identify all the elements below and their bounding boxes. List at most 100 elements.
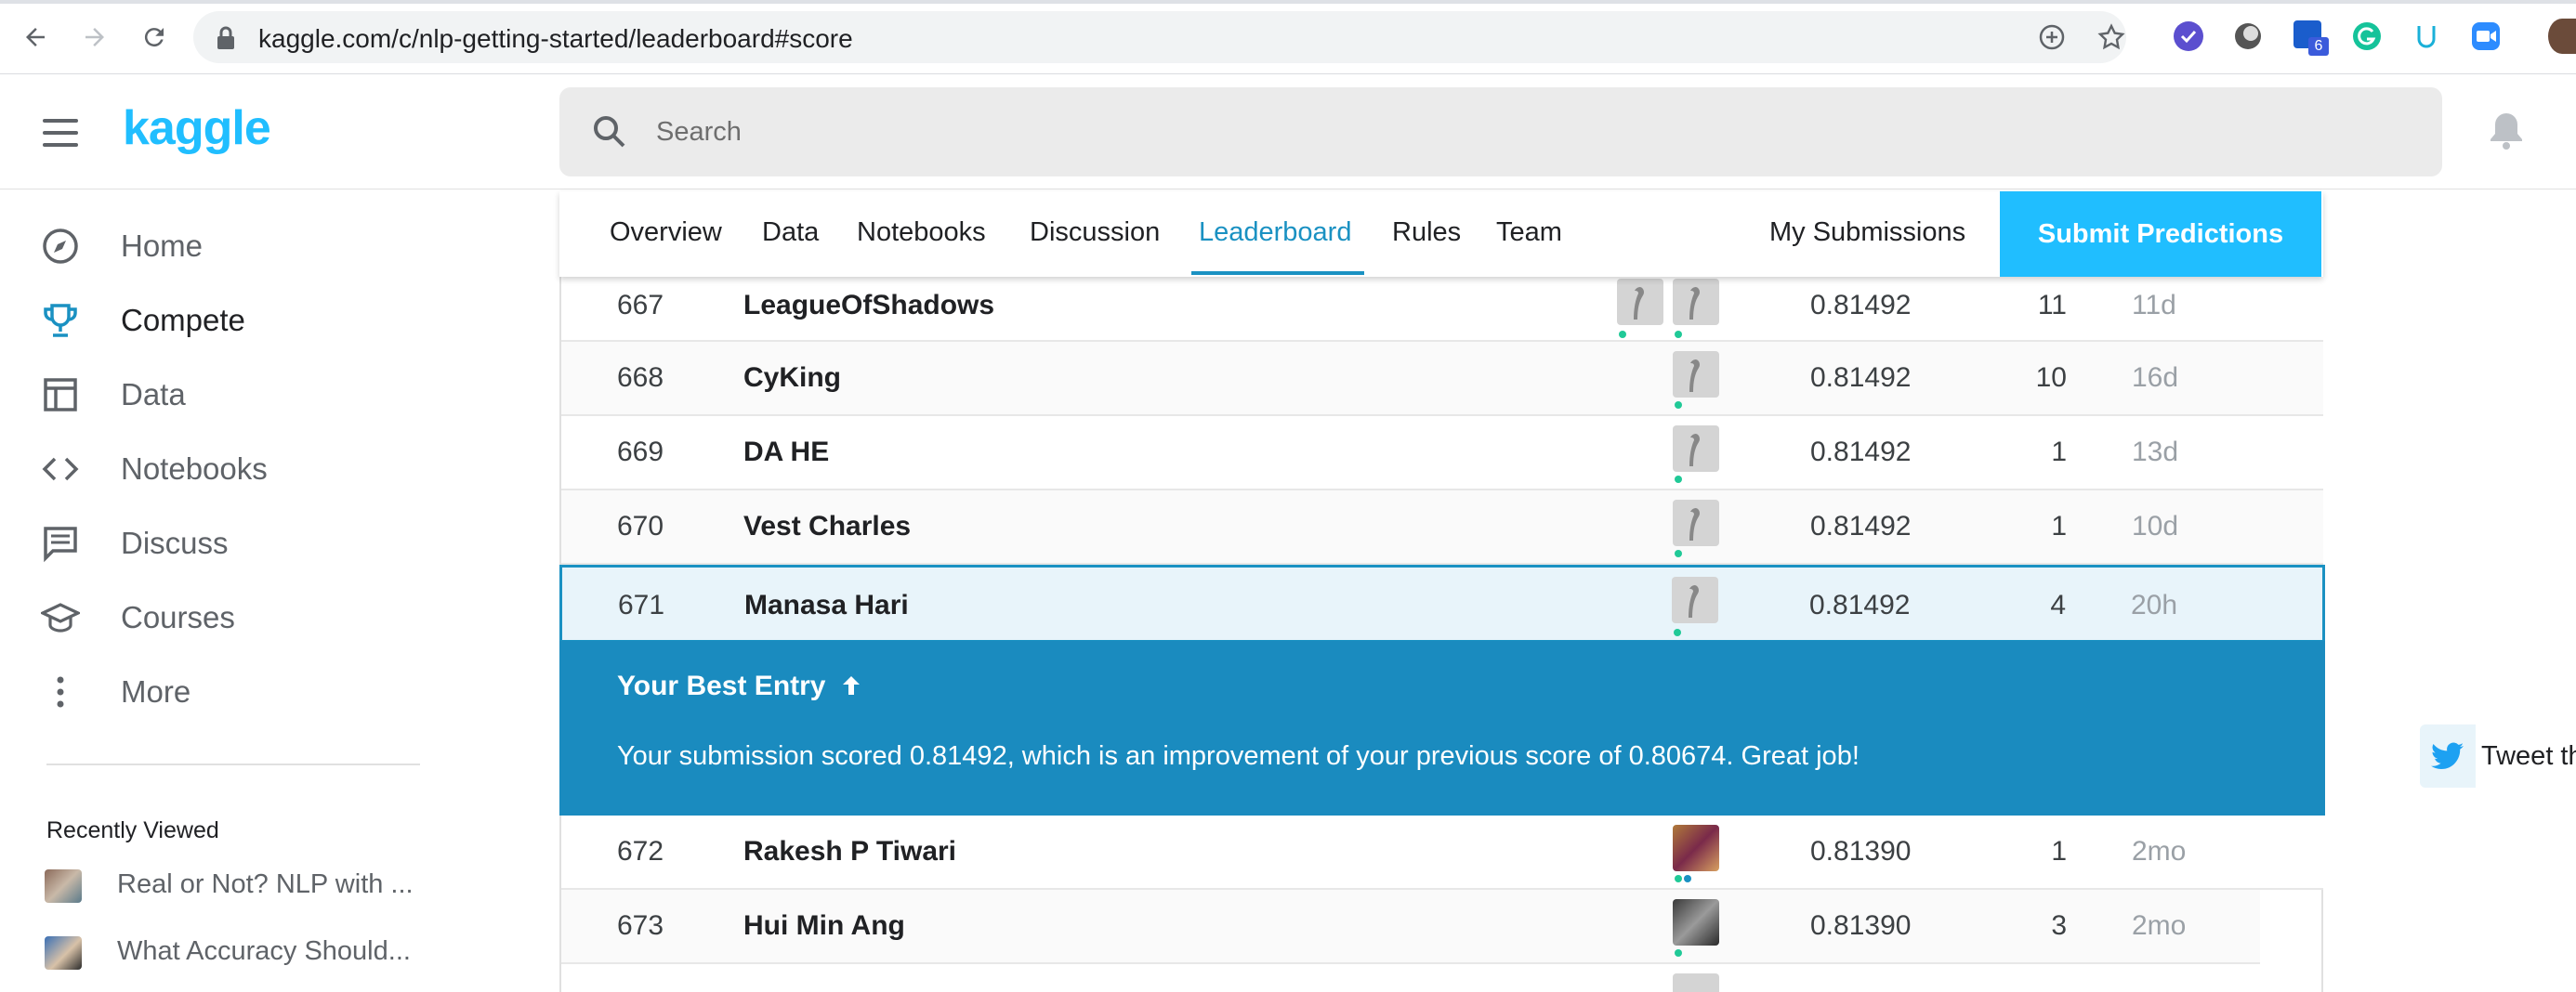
sidebar-item-label: Notebooks — [121, 451, 268, 486]
team-name[interactable]: Manasa Hari — [744, 590, 909, 621]
zoom-icon[interactable] — [2468, 19, 2504, 54]
tab-notebooks[interactable]: Notebooks — [857, 217, 986, 248]
tab-rules[interactable]: Rules — [1392, 217, 1461, 248]
goose-icon — [1689, 434, 1700, 466]
extension-badge-icon[interactable]: 6 — [2292, 19, 2329, 56]
entries-cell: 3 — [2051, 910, 2067, 941]
back-button[interactable] — [15, 17, 56, 58]
sidebar-item-notebooks[interactable]: Notebooks — [0, 435, 520, 502]
member-avatar[interactable] — [1673, 425, 1719, 472]
tweet-button[interactable]: Tweet this! — [2420, 724, 2576, 788]
tier-dot — [1675, 331, 1682, 338]
goose-icon — [1634, 287, 1644, 320]
rank-cell: 670 — [617, 511, 664, 542]
current-user-row[interactable]: 671 Manasa Hari 0.81492 4 20h — [559, 565, 2325, 643]
recent-item[interactable]: Real or Not? NLP with ... — [41, 860, 524, 912]
team-name[interactable]: Vest Charles — [743, 511, 911, 542]
entries-cell: 1 — [2051, 437, 2067, 467]
leaderboard-table: 667 LeagueOfShadows 0.81492 11 11d 668 C… — [559, 277, 2576, 992]
profile-avatar[interactable] — [2548, 19, 2576, 54]
sidebar-item-courses[interactable]: Courses — [0, 583, 520, 650]
table-row[interactable]: 668 CyKing 0.81492 10 16d — [561, 342, 2323, 416]
search-input[interactable]: Search — [559, 87, 2442, 176]
last-submission-cell: 20h — [2131, 590, 2178, 620]
goose-icon — [1689, 287, 1700, 320]
best-entry-message: Your submission scored 0.81492, which is… — [617, 741, 1860, 771]
team-name[interactable]: LeagueOfShadows — [743, 290, 994, 321]
sidebar-item-compete[interactable]: Compete — [0, 286, 520, 353]
score-cell: 0.81492 — [1810, 290, 1912, 320]
member-avatar[interactable] — [1673, 500, 1719, 546]
tab-data[interactable]: Data — [762, 217, 819, 248]
goose-icon — [1689, 585, 1699, 618]
menu-icon[interactable] — [43, 119, 78, 147]
tier-dot — [1675, 401, 1682, 409]
sidebar-item-home[interactable]: Home — [0, 212, 520, 279]
team-name[interactable]: DA HE — [743, 437, 829, 468]
sidebar-item-label: Compete — [121, 303, 245, 337]
tier-dot — [1675, 949, 1682, 957]
entries-cell: 1 — [2051, 511, 2067, 542]
sidebar-item-more[interactable]: More — [0, 658, 520, 724]
recently-viewed-title: Recently Viewed — [46, 817, 219, 843]
member-avatar[interactable] — [1673, 825, 1719, 871]
code-icon — [42, 457, 79, 481]
address-bar[interactable]: kaggle.com/c/nlp-getting-started/leaderb… — [193, 11, 2126, 63]
tweet-label: Tweet this! — [2481, 740, 2576, 771]
member-avatar[interactable] — [1617, 279, 1663, 325]
sidebar-divider — [46, 764, 420, 765]
forward-button[interactable] — [74, 17, 115, 58]
graduation-cap-icon — [41, 603, 80, 633]
member-avatar[interactable] — [1673, 279, 1719, 325]
team-name[interactable]: Rakesh P Tiwari — [743, 836, 956, 868]
recent-item[interactable]: What Accuracy Should... — [41, 927, 524, 979]
goose-icon — [1689, 508, 1700, 541]
table-row[interactable]: 672 Rakesh P Tiwari 0.81390 1 2mo — [561, 816, 2323, 890]
sidebar-item-label: Courses — [121, 600, 235, 634]
extension-check-icon[interactable] — [2171, 19, 2206, 54]
tier-dot — [1684, 875, 1691, 882]
member-avatar[interactable] — [1673, 899, 1719, 946]
table-row[interactable]: 670 Vest Charles 0.81492 1 10d — [561, 490, 2323, 565]
member-avatar[interactable] — [1672, 577, 1718, 623]
best-entry-title: Your Best Entry — [617, 671, 863, 702]
tab-team[interactable]: Team — [1496, 217, 1562, 248]
member-avatar[interactable] — [1673, 351, 1719, 398]
team-name[interactable]: Hui Min Ang — [743, 910, 905, 942]
tab-overview[interactable]: Overview — [610, 217, 722, 248]
reload-button[interactable] — [134, 17, 175, 58]
entries-cell: 4 — [2050, 590, 2066, 620]
recent-item-label: Real or Not? NLP with ... — [117, 869, 414, 899]
member-avatar[interactable] — [1673, 973, 1719, 992]
recent-thumbnail — [45, 936, 82, 970]
sidebar-item-label: Data — [121, 377, 186, 411]
rank-cell: 667 — [617, 290, 664, 320]
grammarly-icon[interactable] — [2349, 19, 2385, 54]
extension-circle-icon[interactable] — [2230, 19, 2266, 54]
tier-dot — [1619, 331, 1626, 338]
kaggle-logo[interactable]: kaggle — [123, 100, 271, 156]
tab-discussion[interactable]: Discussion — [1030, 217, 1160, 248]
entries-cell: 10 — [2035, 362, 2067, 393]
rank-cell: 672 — [617, 836, 664, 867]
add-circle-icon[interactable] — [2037, 22, 2067, 52]
my-submissions-link[interactable]: My Submissions — [1769, 217, 1965, 248]
sidebar-item-data[interactable]: Data — [0, 360, 520, 427]
score-cell: 0.81390 — [1810, 836, 1912, 867]
bell-icon[interactable] — [2487, 110, 2526, 150]
sidebar-item-label: Discuss — [121, 526, 229, 560]
sidebar-item-discuss[interactable]: Discuss — [0, 509, 520, 576]
score-cell: 0.81492 — [1810, 437, 1912, 467]
star-icon[interactable] — [2096, 22, 2126, 52]
sidebar-item-label: Home — [121, 228, 204, 263]
team-name[interactable]: CyKing — [743, 362, 841, 394]
table-row[interactable]: 669 DA HE 0.81492 1 13d — [561, 416, 2323, 490]
recent-thumbnail — [45, 869, 82, 903]
submit-predictions-button[interactable]: Submit Predictions — [2000, 191, 2321, 277]
extension-u-icon[interactable] — [2409, 19, 2444, 54]
tier-dot — [1674, 629, 1681, 636]
table-row[interactable]: 667 LeagueOfShadows 0.81492 11 11d — [561, 277, 2323, 342]
tier-dot — [1675, 875, 1682, 882]
table-row[interactable]: 673 Hui Min Ang 0.81390 3 2mo — [561, 890, 2260, 964]
tab-leaderboard[interactable]: Leaderboard — [1199, 217, 1351, 248]
